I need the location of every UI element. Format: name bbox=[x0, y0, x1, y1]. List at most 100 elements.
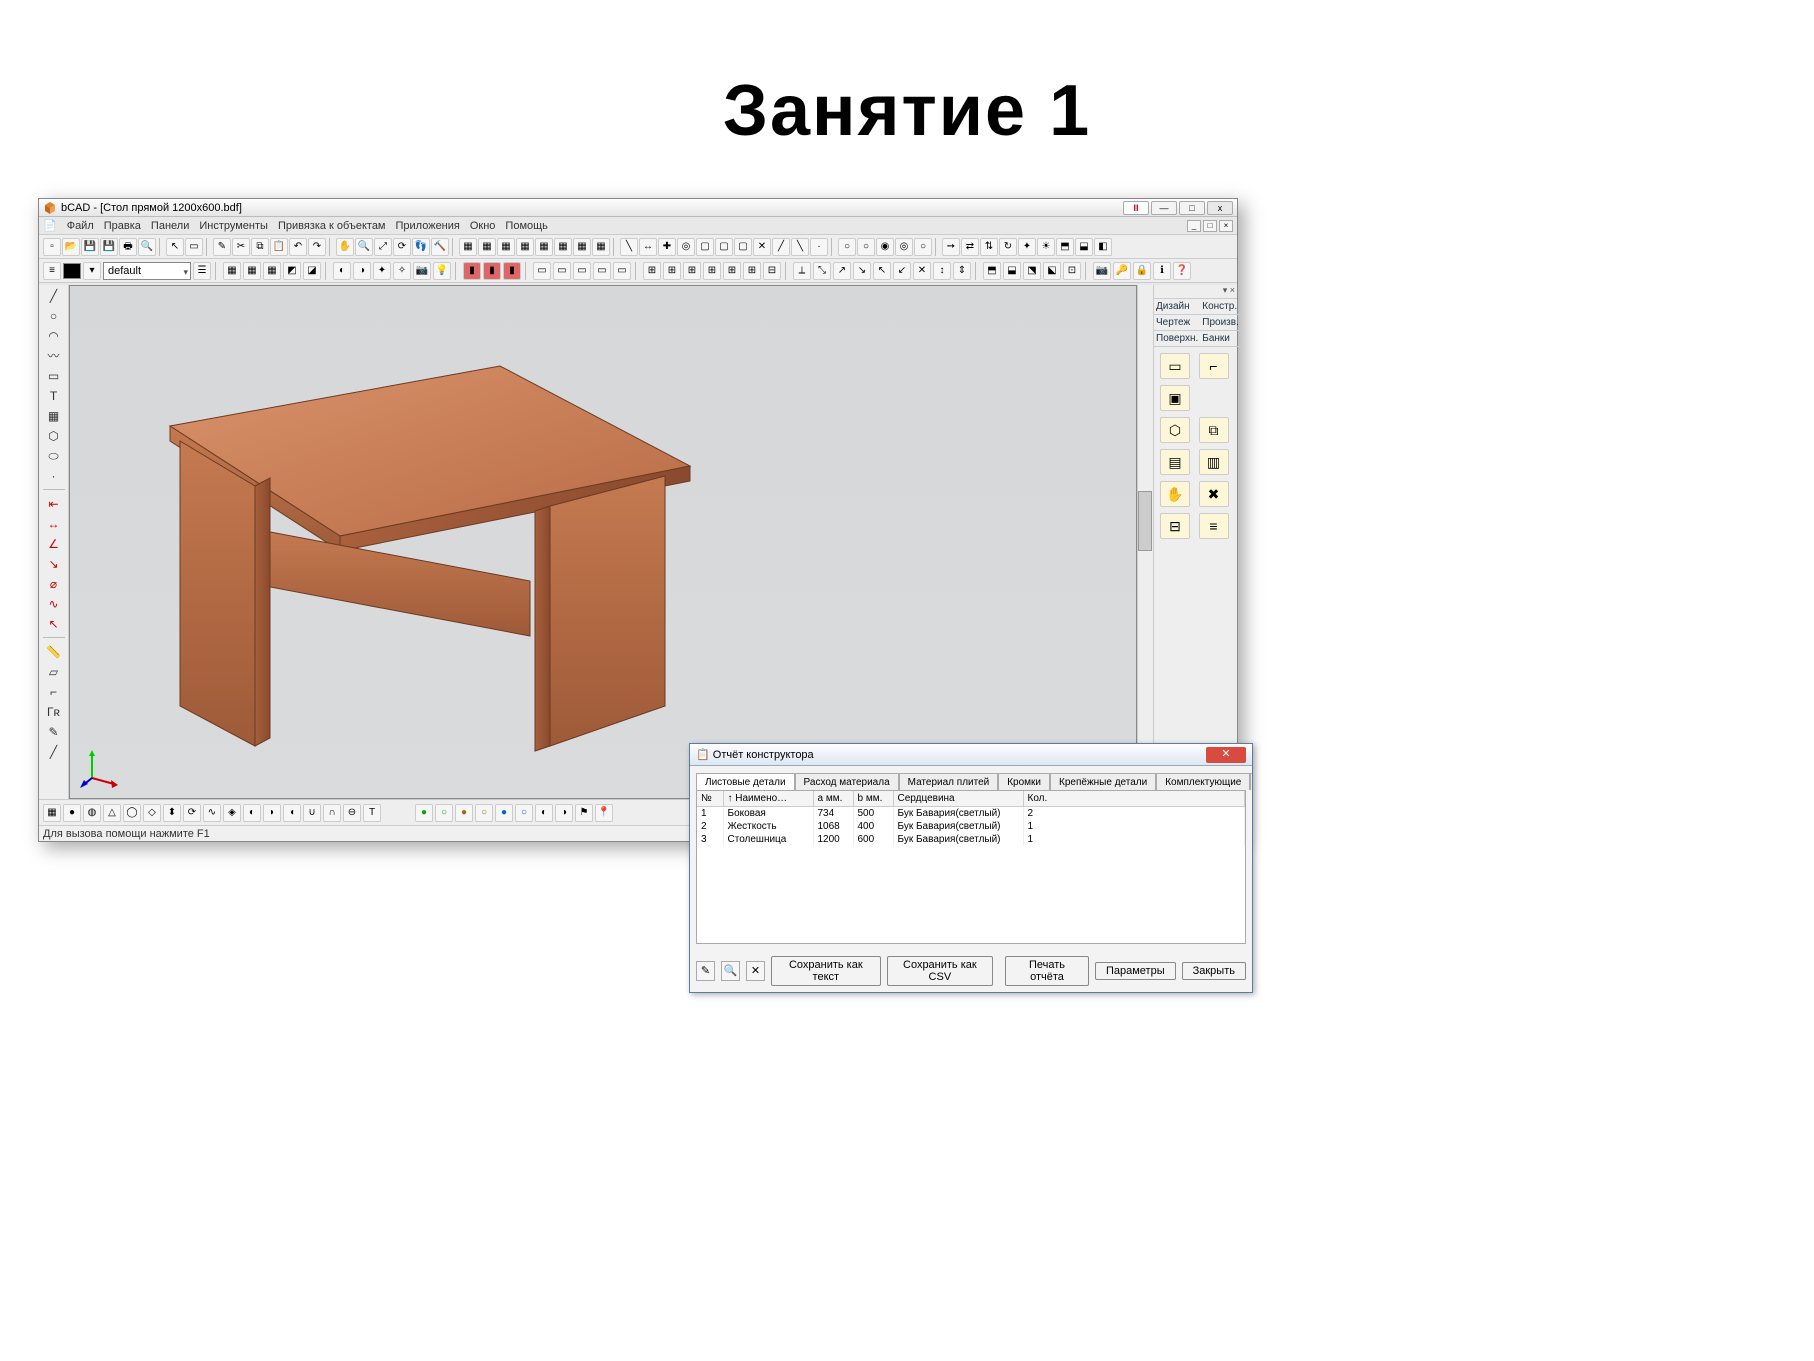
draw-line-icon[interactable]: ╱ bbox=[43, 287, 65, 305]
dim-angle-icon[interactable]: ∠ bbox=[43, 535, 65, 553]
orbit-icon[interactable]: ⟳ bbox=[393, 238, 411, 256]
view6-icon[interactable]: ▦ bbox=[554, 238, 572, 256]
asm5-icon[interactable]: ⊡ bbox=[1063, 262, 1081, 280]
b-mat2-icon[interactable]: ○ bbox=[435, 804, 453, 822]
table-row[interactable]: 2 Жесткость 1068 400 Бук Бавария(светлый… bbox=[697, 820, 1245, 833]
close-button[interactable]: x bbox=[1207, 201, 1233, 215]
viewtop-icon[interactable]: ▦ bbox=[223, 262, 241, 280]
view2-icon[interactable]: ▦ bbox=[478, 238, 496, 256]
tab-design[interactable]: Дизайн bbox=[1154, 299, 1200, 315]
b-mat5-icon[interactable]: ● bbox=[495, 804, 513, 822]
bom7-icon[interactable]: ⊟ bbox=[763, 262, 781, 280]
meas8-icon[interactable]: ↕ bbox=[933, 262, 951, 280]
tab-profiles[interactable]: Профили bbox=[1250, 773, 1252, 790]
b-box-icon[interactable]: ▦ bbox=[43, 804, 61, 822]
panel-hand-icon[interactable]: ✋ bbox=[1160, 481, 1190, 507]
snap4-icon[interactable]: ✕ bbox=[753, 238, 771, 256]
help-icon[interactable]: ❓ bbox=[1173, 262, 1191, 280]
dim-aligned-icon[interactable]: ↔ bbox=[43, 515, 65, 533]
col-num[interactable]: № bbox=[697, 791, 723, 807]
viewpersp-icon[interactable]: ◪ bbox=[303, 262, 321, 280]
view4-icon[interactable]: ▦ bbox=[516, 238, 534, 256]
tab-material-usage[interactable]: Расход материала bbox=[795, 773, 899, 790]
paste-icon[interactable]: 📋 bbox=[270, 238, 288, 256]
tab-accessories[interactable]: Комплектующие bbox=[1156, 773, 1250, 790]
b-mat3-icon[interactable]: ● bbox=[455, 804, 473, 822]
b-chamfer-icon[interactable]: ◖ bbox=[283, 804, 301, 822]
color-dropdown-icon[interactable]: ▾ bbox=[83, 262, 101, 280]
draw-ellipse-icon[interactable]: ⬭ bbox=[43, 447, 65, 465]
saveall-icon[interactable]: 💾 bbox=[100, 238, 118, 256]
bom1-icon[interactable]: ⊞ bbox=[643, 262, 661, 280]
panel4-icon[interactable]: ▭ bbox=[593, 262, 611, 280]
preview-icon[interactable]: 🔍 bbox=[138, 238, 156, 256]
mod9-icon[interactable]: ◧ bbox=[1094, 238, 1112, 256]
panel-box-icon[interactable]: ▣ bbox=[1160, 385, 1190, 411]
panel-stack-icon[interactable]: ▥ bbox=[1199, 449, 1229, 475]
doc-restore-button[interactable]: □ bbox=[1203, 220, 1217, 232]
snapc5-icon[interactable]: ○ bbox=[914, 238, 932, 256]
panel1-icon[interactable]: ▭ bbox=[533, 262, 551, 280]
panel5-icon[interactable]: ▭ bbox=[613, 262, 631, 280]
b-mat8-icon[interactable]: ◑ bbox=[555, 804, 573, 822]
b-flag-icon[interactable]: ⚑ bbox=[575, 804, 593, 822]
tab-production[interactable]: Произв. bbox=[1200, 315, 1241, 331]
b-cyl-icon[interactable]: ◍ bbox=[83, 804, 101, 822]
mod8-icon[interactable]: ⬓ bbox=[1075, 238, 1093, 256]
panel-tool-icon[interactable]: ✖ bbox=[1199, 481, 1229, 507]
zoomfit-icon[interactable]: ⤢ bbox=[374, 238, 392, 256]
tab-fasteners[interactable]: Крепёжные детали bbox=[1050, 773, 1156, 790]
hammer-icon[interactable]: 🔨 bbox=[431, 238, 449, 256]
menu-panels[interactable]: Панели bbox=[151, 220, 189, 232]
col-core[interactable]: Сердцевина bbox=[893, 791, 1023, 807]
b-mat1-icon[interactable]: ● bbox=[415, 804, 433, 822]
meas6-icon[interactable]: ↙ bbox=[893, 262, 911, 280]
meas3-icon[interactable]: ↗ bbox=[833, 262, 851, 280]
meas5-icon[interactable]: ↖ bbox=[873, 262, 891, 280]
cross-icon[interactable]: ✚ bbox=[658, 238, 676, 256]
draw-polygon-icon[interactable]: ⬡ bbox=[43, 427, 65, 445]
menu-help[interactable]: Помощь bbox=[505, 220, 548, 232]
asm2-icon[interactable]: ⬓ bbox=[1003, 262, 1021, 280]
vertical-scrollbar[interactable] bbox=[1137, 285, 1153, 799]
draw-spline-icon[interactable]: 〰 bbox=[43, 347, 65, 365]
tool-coord-icon[interactable]: ⌐ bbox=[43, 683, 65, 701]
view5-icon[interactable]: ▦ bbox=[535, 238, 553, 256]
table-row[interactable]: 1 Боковая 734 500 Бук Бавария(светлый) 2 bbox=[697, 807, 1245, 821]
linestyle-icon[interactable]: ≡ bbox=[43, 262, 61, 280]
zoom-icon[interactable]: 🔍 bbox=[355, 238, 373, 256]
render4-icon[interactable]: ✧ bbox=[393, 262, 411, 280]
panel3-icon[interactable]: ▭ bbox=[573, 262, 591, 280]
b-torus-icon[interactable]: ◯ bbox=[123, 804, 141, 822]
b-revolve-icon[interactable]: ⟳ bbox=[183, 804, 201, 822]
b-bool1-icon[interactable]: ∪ bbox=[303, 804, 321, 822]
panel-drawer-icon[interactable]: ⧉ bbox=[1199, 417, 1229, 443]
tool-trim-icon[interactable]: ╱ bbox=[43, 743, 65, 761]
view8-icon[interactable]: ▦ bbox=[592, 238, 610, 256]
edit-icon-button[interactable]: ✎ bbox=[696, 961, 715, 981]
col-b[interactable]: b мм. bbox=[853, 791, 893, 807]
tool-edit-icon[interactable]: ✎ bbox=[43, 723, 65, 741]
menu-file[interactable]: Файл bbox=[67, 220, 94, 232]
asm3-icon[interactable]: ⬔ bbox=[1023, 262, 1041, 280]
menu-window[interactable]: Окно bbox=[470, 220, 496, 232]
b-prism-icon[interactable]: ◇ bbox=[143, 804, 161, 822]
tab-banks[interactable]: Банки bbox=[1200, 331, 1241, 347]
layers-icon[interactable]: ☰ bbox=[193, 262, 211, 280]
draw-rect-icon[interactable]: ▭ bbox=[43, 367, 65, 385]
panel-cabinet-icon[interactable]: ⊟ bbox=[1160, 513, 1190, 539]
tool-r-icon[interactable]: Γʀ bbox=[43, 703, 65, 721]
snap1-icon[interactable]: ▢ bbox=[696, 238, 714, 256]
new-icon[interactable]: ▫ bbox=[43, 238, 61, 256]
tab-edges[interactable]: Кромки bbox=[998, 773, 1050, 790]
asm1-icon[interactable]: ⬒ bbox=[983, 262, 1001, 280]
b-shell-icon[interactable]: ◐ bbox=[243, 804, 261, 822]
meas7-icon[interactable]: ✕ bbox=[913, 262, 931, 280]
b-loft-icon[interactable]: ◈ bbox=[223, 804, 241, 822]
meas1-icon[interactable]: ⟂ bbox=[793, 262, 811, 280]
camera-icon[interactable]: 📷 bbox=[413, 262, 431, 280]
snapc1-icon[interactable]: ○ bbox=[838, 238, 856, 256]
draw-arc-icon[interactable]: ◠ bbox=[43, 327, 65, 345]
bom4-icon[interactable]: ⊞ bbox=[703, 262, 721, 280]
furniture1-icon[interactable]: ▮ bbox=[463, 262, 481, 280]
